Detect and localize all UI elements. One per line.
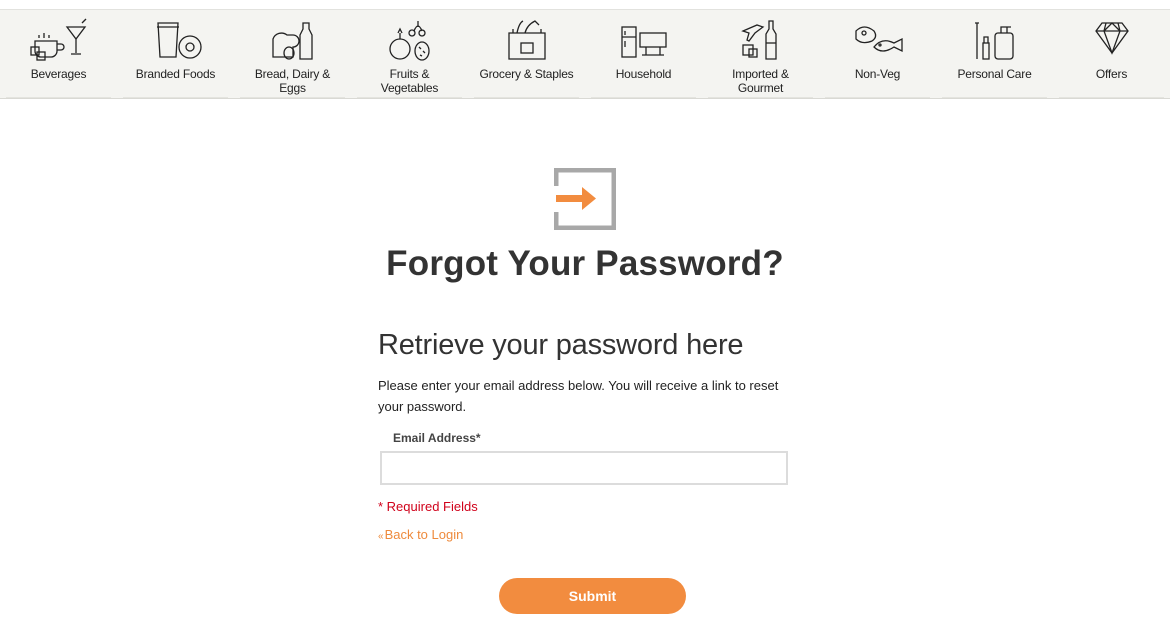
grocery-bag-icon xyxy=(507,20,546,60)
category-label: Offers xyxy=(1095,67,1128,81)
category-branded-foods[interactable]: Branded Foods xyxy=(117,10,234,98)
category-label: Grocery & Staples xyxy=(479,67,574,81)
required-fields-note: * Required Fields xyxy=(378,499,478,514)
household-appliances-icon xyxy=(620,26,667,58)
fruits-vegetables-icon xyxy=(388,21,430,61)
meat-fish-icon xyxy=(854,26,903,53)
category-personal-care[interactable]: Personal Care xyxy=(936,10,1053,98)
category-label: Personal Care xyxy=(957,67,1032,81)
category-grocery-staples[interactable]: Grocery & Staples xyxy=(468,10,585,98)
category-nav: Beverages Branded Foods Bread, Dairy & E… xyxy=(0,9,1170,99)
back-to-login-link[interactable]: «Back to Login xyxy=(378,527,463,542)
category-imported-gourmet[interactable]: Imported & Gourmet xyxy=(702,10,819,98)
category-label: Bread, Dairy & Eggs xyxy=(254,67,331,95)
submit-button[interactable]: Submit xyxy=(499,578,686,614)
category-label: Branded Foods xyxy=(135,67,216,81)
branded-foods-icon xyxy=(156,22,202,59)
login-arrow-icon xyxy=(554,168,616,230)
back-arrow-icon: « xyxy=(378,531,384,542)
email-label: Email Address* xyxy=(393,431,481,445)
page-title: Forgot Your Password? xyxy=(386,244,784,283)
forgot-password-form: Retrieve your password here Please enter… xyxy=(378,326,798,544)
category-label: Household xyxy=(615,67,672,81)
personal-care-icon xyxy=(974,22,1014,60)
category-fruits-vegetables[interactable]: Fruits & Vegetables xyxy=(351,10,468,98)
diamond-icon xyxy=(1094,22,1129,55)
bread-dairy-icon xyxy=(271,22,313,60)
category-offers[interactable]: Offers xyxy=(1053,10,1170,98)
category-non-veg[interactable]: Non-Veg xyxy=(819,10,936,98)
category-beverages[interactable]: Beverages xyxy=(0,10,117,98)
imported-gourmet-icon xyxy=(740,20,777,60)
category-household[interactable]: Household xyxy=(585,10,702,98)
category-bread-dairy-eggs[interactable]: Bread, Dairy & Eggs xyxy=(234,10,351,98)
form-description: Please enter your email address below. Y… xyxy=(378,378,779,414)
category-label: Non-Veg xyxy=(854,67,901,81)
back-link-label: Back to Login xyxy=(384,527,464,542)
email-input[interactable] xyxy=(380,451,788,485)
form-subtitle: Retrieve your password here xyxy=(378,329,744,361)
category-label: Beverages xyxy=(30,67,87,81)
category-label: Imported & Gourmet xyxy=(732,67,789,95)
beverages-icon xyxy=(29,18,86,61)
category-label: Fruits & Vegetables xyxy=(380,67,439,95)
